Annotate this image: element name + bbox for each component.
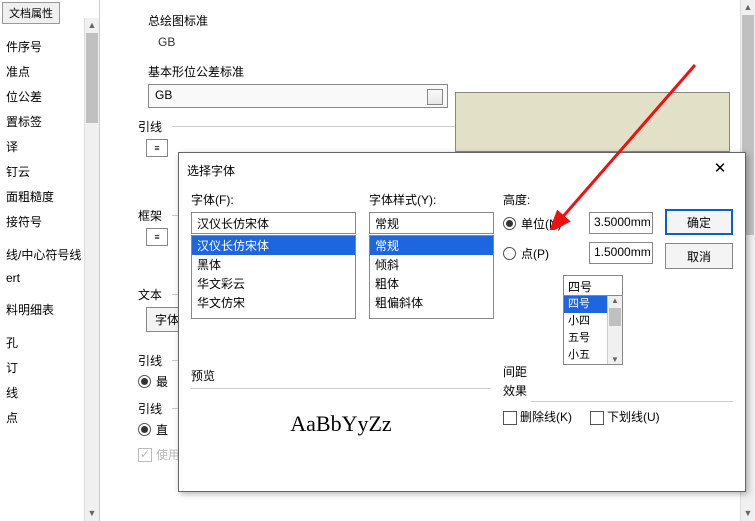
checkbox-icon xyxy=(503,411,517,425)
drawing-standard-value: GB xyxy=(148,33,755,59)
spacing-label: 间距 xyxy=(503,363,527,380)
dialog-titlebar: 选择字体 ✕ xyxy=(179,153,745,187)
underline-checkbox[interactable]: 下划线(U) xyxy=(590,408,660,425)
list-item[interactable]: 粗体 xyxy=(370,274,493,293)
style-column: 字体样式(Y): 常规 常规 倾斜 粗体 粗偏斜体 xyxy=(369,191,494,319)
scroll-up-icon[interactable]: ▲ xyxy=(741,0,755,15)
scroll-up-icon[interactable]: ▲ xyxy=(85,18,99,33)
unit-input[interactable]: 3.5000mm xyxy=(589,212,653,234)
strikethrough-label: 删除线(K) xyxy=(520,410,572,424)
preview-label: 预览 xyxy=(191,367,491,384)
unit-label: 单位(N) xyxy=(521,215,562,232)
style-input[interactable]: 常规 xyxy=(369,212,494,234)
scroll-down-icon[interactable]: ▼ xyxy=(741,506,755,521)
dialog-buttons: 确定 取消 xyxy=(665,191,735,277)
close-button[interactable]: ✕ xyxy=(703,159,737,181)
list-item[interactable]: 小四 xyxy=(564,313,607,330)
point-label: 点(P) xyxy=(521,245,549,262)
preview-section: 预览 AaBbYyZz xyxy=(191,367,491,458)
size-scrollbar[interactable]: ▲ ▼ xyxy=(607,296,622,364)
size-input[interactable]: 四号 xyxy=(564,276,622,296)
list-item[interactable]: 倾斜 xyxy=(370,255,493,274)
point-input[interactable]: 1.5000mm xyxy=(589,242,653,264)
list-item[interactable]: 常规 xyxy=(370,236,493,255)
group-leader3-label: 引线 xyxy=(138,400,162,417)
cancel-button[interactable]: 取消 xyxy=(665,243,733,269)
sidebar-tab[interactable]: 文档属性 xyxy=(2,2,60,24)
size-listbox[interactable]: 四号 四号 小四 五号 小五 ▲ ▼ xyxy=(563,275,623,365)
point-radio-row[interactable]: 点(P) 1.5000mm xyxy=(503,242,653,264)
radio-icon xyxy=(138,423,151,436)
leader-option-max-label: 最 xyxy=(156,373,168,390)
checkbox-icon xyxy=(138,448,152,462)
effects-section: 效果 删除线(K) 下划线(U) xyxy=(503,382,733,425)
sidebar: 文档属性 件序号 准点 位公差 置标签 译 钉云 面粗糙度 接符号 线/中心符号… xyxy=(0,0,100,521)
linetype-icon[interactable]: ≡ xyxy=(146,139,168,157)
list-item[interactable]: 华文仿宋 xyxy=(192,293,355,312)
font-label: 字体(F): xyxy=(191,191,356,208)
standard-preview-box xyxy=(455,92,730,152)
style-listbox[interactable]: 常规 倾斜 粗体 粗偏斜体 xyxy=(369,235,494,319)
strikethrough-checkbox[interactable]: 删除线(K) xyxy=(503,408,572,425)
ok-button[interactable]: 确定 xyxy=(665,209,733,235)
underline-label: 下划线(U) xyxy=(607,410,660,424)
sidebar-scrollbar[interactable]: ▲ ▼ xyxy=(84,18,99,521)
effects-label: 效果 xyxy=(503,382,733,399)
font-input[interactable]: 汉仪长仿宋体 xyxy=(191,212,356,234)
radio-icon xyxy=(503,217,516,230)
tolerance-standard-label: 基本形位公差标准 xyxy=(148,59,755,84)
height-label: 高度: xyxy=(503,191,653,208)
style-label: 字体样式(Y): xyxy=(369,191,494,208)
radio-icon xyxy=(503,247,516,260)
scrollbar-thumb[interactable] xyxy=(609,308,621,326)
unit-radio-row[interactable]: 单位(N) 3.5000mm xyxy=(503,212,653,234)
tolerance-standard-combo[interactable]: GB xyxy=(148,84,448,108)
chevron-down-icon xyxy=(432,93,440,98)
dialog-title: 选择字体 xyxy=(187,162,235,179)
leader-option-straight-label: 直 xyxy=(156,421,168,438)
tolerance-standard-value: GB xyxy=(155,88,172,102)
list-item[interactable]: 华文彩云 xyxy=(192,274,355,293)
preview-text: AaBbYyZz xyxy=(191,388,491,458)
group-frame-label: 框架 xyxy=(138,207,162,224)
scrollbar-thumb[interactable] xyxy=(86,33,98,123)
radio-icon xyxy=(138,375,151,388)
font-column: 字体(F): 汉仪长仿宋体 汉仪长仿宋体 黑体 华文彩云 华文仿宋 xyxy=(191,191,356,319)
list-item[interactable]: 汉仪长仿宋体 xyxy=(192,236,355,255)
group-text-label: 文本 xyxy=(138,286,162,303)
list-item[interactable]: 小五 xyxy=(564,347,607,364)
height-column: 高度: 单位(N) 3.5000mm 点(P) 1.5000mm 间距 xyxy=(503,191,653,272)
checkbox-icon xyxy=(590,411,604,425)
linetype-icon[interactable]: ≡ xyxy=(146,228,168,246)
group-leader2-label: 引线 xyxy=(138,352,162,369)
scroll-down-icon[interactable]: ▼ xyxy=(85,506,99,521)
group-leader-label: 引线 xyxy=(138,118,162,135)
drawing-standard-label: 总绘图标准 xyxy=(148,8,755,33)
font-dialog: 选择字体 ✕ 字体(F): 汉仪长仿宋体 汉仪长仿宋体 黑体 华文彩云 华文仿宋… xyxy=(178,152,746,492)
list-item[interactable]: 五号 xyxy=(564,330,607,347)
font-listbox[interactable]: 汉仪长仿宋体 黑体 华文彩云 华文仿宋 xyxy=(191,235,356,319)
list-item[interactable]: 黑体 xyxy=(192,255,355,274)
list-item[interactable]: 粗偏斜体 xyxy=(370,293,493,312)
list-item[interactable]: 四号 xyxy=(564,296,607,313)
